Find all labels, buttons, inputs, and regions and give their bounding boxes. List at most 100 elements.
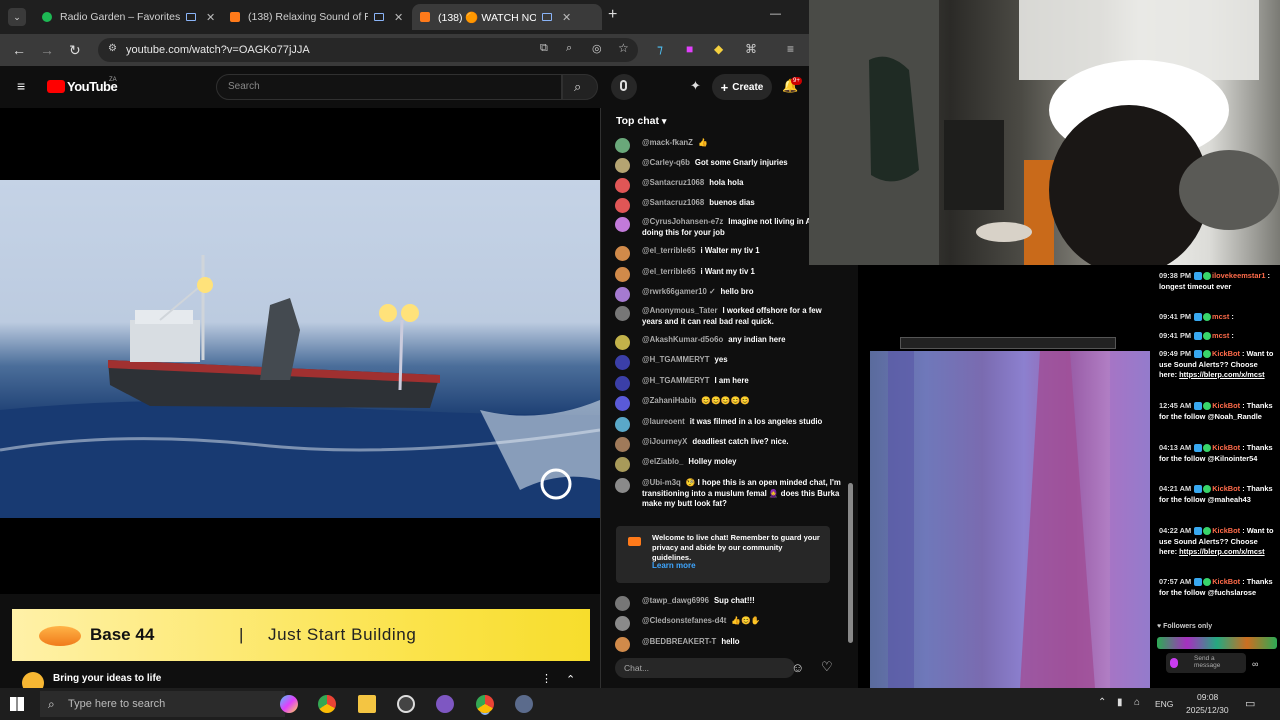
kick-username[interactable]: KickBot [1212,484,1240,493]
browser-tab-relaxing-sound[interactable]: (138) Relaxing Sound of Ra ✕ [222,4,412,30]
kick-username[interactable]: KickBot [1212,349,1240,358]
chat-message[interactable]: @ZahaniHabib 😊😊😊😊😊 [615,396,843,411]
chat-avatar[interactable] [615,217,630,232]
chat-message[interactable]: @Ubi-m3q 🧐 I hope this is an open minded … [615,478,843,510]
language-indicator[interactable]: ENG [1155,699,1173,709]
minimize-window-button[interactable]: — [770,8,781,20]
close-tab-icon[interactable]: ✕ [206,11,215,24]
emoji-picker-icon[interactable]: ☺ [791,660,804,675]
chat-author[interactable]: @iJourneyX [642,437,687,446]
chat-avatar[interactable] [615,246,630,261]
tracking-protection-icon[interactable]: ◎ [592,42,602,55]
app-pinned-icon[interactable] [515,695,533,713]
chat-avatar[interactable] [615,138,630,153]
clock-time[interactable]: 09:08 [1197,692,1218,702]
install-app-icon[interactable]: ⧉ [540,42,548,55]
url-text[interactable]: youtube.com/watch?v=OAGKo77jJJA [126,44,310,56]
chat-message[interactable]: @rwrk66gamer10 ✓ hello bro [615,287,843,302]
extension-media-icon[interactable]: ■ [686,42,693,56]
chat-author[interactable]: @ZahaniHabib [642,396,696,405]
site-info-icon[interactable]: ⚙ [108,43,117,54]
kick-chat-message[interactable]: 09:41 PM mcst : [1159,312,1277,323]
chat-avatar[interactable] [615,287,630,302]
back-arrow-icon[interactable]: ← [12,42,26,58]
chat-message[interactable]: @BEDBREAKERT-T hello [615,637,843,652]
tab-list-dropdown-icon[interactable]: ⌄ [8,8,26,26]
chat-avatar[interactable] [615,355,630,370]
taskbar-search-input[interactable]: ⌕ Type here to search [40,691,285,717]
super-chat-heart-icon[interactable]: ♡ [821,659,833,675]
chat-author[interactable]: @el_terrible65 [642,267,696,276]
kick-settings-icon[interactable]: ∞ [1252,659,1258,669]
chat-author[interactable]: @Santacruz1068 [642,198,704,207]
chat-author[interactable]: @H_TGAMMERYT [642,376,710,385]
chat-avatar[interactable] [615,457,630,472]
chat-avatar[interactable] [615,417,630,432]
voice-search-button[interactable] [611,74,637,100]
chat-avatar[interactable] [615,478,630,493]
chat-message[interactable]: @laureoent it was filmed in a los angeles… [615,417,843,432]
youtube-logo-icon[interactable] [47,80,65,93]
kick-username[interactable]: mcst [1212,331,1229,340]
forward-arrow-icon[interactable]: → [40,42,54,58]
chat-avatar[interactable] [615,637,630,652]
notification-center-icon[interactable]: ▭ [1245,697,1255,710]
extensions-puzzle-icon[interactable]: ⌘ [745,42,757,56]
chat-input[interactable]: Chat... [615,658,795,678]
chat-message[interactable]: @H_TGAMMERYT I am here [615,376,843,391]
chat-avatar[interactable] [615,376,630,391]
video-player[interactable] [0,108,600,594]
reload-icon[interactable]: ↻ [69,42,81,59]
ad-banner[interactable]: Base 44 | Just Start Building [12,609,590,661]
chrome-icon[interactable] [318,695,336,713]
kick-chat-message[interactable]: 09:38 PM ilovekeemstar1 : longest timeout… [1159,271,1277,292]
chat-avatar[interactable] [615,178,630,193]
kick-chat-message[interactable]: 04:13 AM KickBot : Thanks for the follow … [1159,443,1277,464]
microphone-tray-icon[interactable]: ▮ [1117,697,1123,708]
reading-list-icon[interactable]: ≡ [787,42,794,56]
zoom-icon[interactable]: ⌕ [566,42,572,55]
chat-avatar[interactable] [615,596,630,611]
chat-author[interactable]: @CyrusJohansen-e7z [642,217,723,226]
create-button[interactable]: + Create [712,74,772,100]
chat-author[interactable]: @BEDBREAKERT-T [642,637,716,646]
chat-author[interactable]: @Cledsonstefanes-d4t [642,616,726,625]
bookmark-star-icon[interactable]: ☆ [618,41,629,55]
new-tab-button[interactable]: + [608,6,617,24]
kick-chat-message[interactable]: 07:57 AM KickBot : Thanks for the follow … [1159,577,1277,598]
chat-author[interactable]: @tawp_dawg6996 [642,596,709,605]
kick-chat-message[interactable]: 04:21 AM KickBot : Thanks for the follow … [1159,484,1277,505]
chat-message[interactable]: @elZiablo_ Holley moley [615,457,843,472]
kick-username[interactable]: KickBot [1212,577,1240,586]
chat-author[interactable]: @H_TGAMMERYT [642,355,710,364]
search-button[interactable]: ⌕ [562,74,598,100]
close-tab-icon[interactable]: ✕ [562,11,571,24]
clock-date[interactable]: 2025/12/30 [1186,705,1229,715]
chat-message[interactable]: @tawp_dawg6996 Sup chat!!! [615,596,843,611]
kick-username[interactable]: mcst [1212,312,1229,321]
browser-tab-radio-garden[interactable]: Radio Garden – Favorites ✕ [34,4,218,30]
browser-tab-watch-now[interactable]: (138) 🟠 WATCH NOW: Mo ✕ [412,4,602,30]
chat-message[interactable]: @Anonymous_Tater I worked offshore for a … [615,306,843,327]
chat-message[interactable]: @iJourneyX deadliest catch live? nice. [615,437,843,452]
chat-avatar[interactable] [615,335,630,350]
chat-message[interactable]: @AkashKumar-d5o6o any indian here [615,335,843,350]
extension-translate-icon[interactable]: ⁊ [657,42,663,56]
kick-chat-message[interactable]: 12:45 AM KickBot : Thanks for the follow … [1159,401,1277,422]
tray-overflow-icon[interactable]: ⌃ [1098,697,1106,708]
chat-message[interactable]: @H_TGAMMERYT yes [615,355,843,370]
chat-avatar[interactable] [615,158,630,173]
learn-more-link[interactable]: Learn more [652,561,696,570]
kick-username[interactable]: KickBot [1212,526,1240,535]
kick-username[interactable]: KickBot [1212,443,1240,452]
chat-message[interactable]: @el_terrible65 i Want my tiv 1 [615,267,843,282]
chat-author[interactable]: @elZiablo_ [642,457,683,466]
chat-author[interactable]: @el_terrible65 [642,246,696,255]
chat-avatar[interactable] [615,437,630,452]
kick-username[interactable]: KickBot [1212,401,1240,410]
windows-start-icon[interactable] [10,697,24,711]
chrome-profile-icon[interactable] [476,695,494,713]
chat-author[interactable]: @AkashKumar-d5o6o [642,335,723,344]
menu-hamburger-icon[interactable]: ≡ [17,78,25,94]
more-options-icon[interactable]: ⋮ [541,672,552,685]
